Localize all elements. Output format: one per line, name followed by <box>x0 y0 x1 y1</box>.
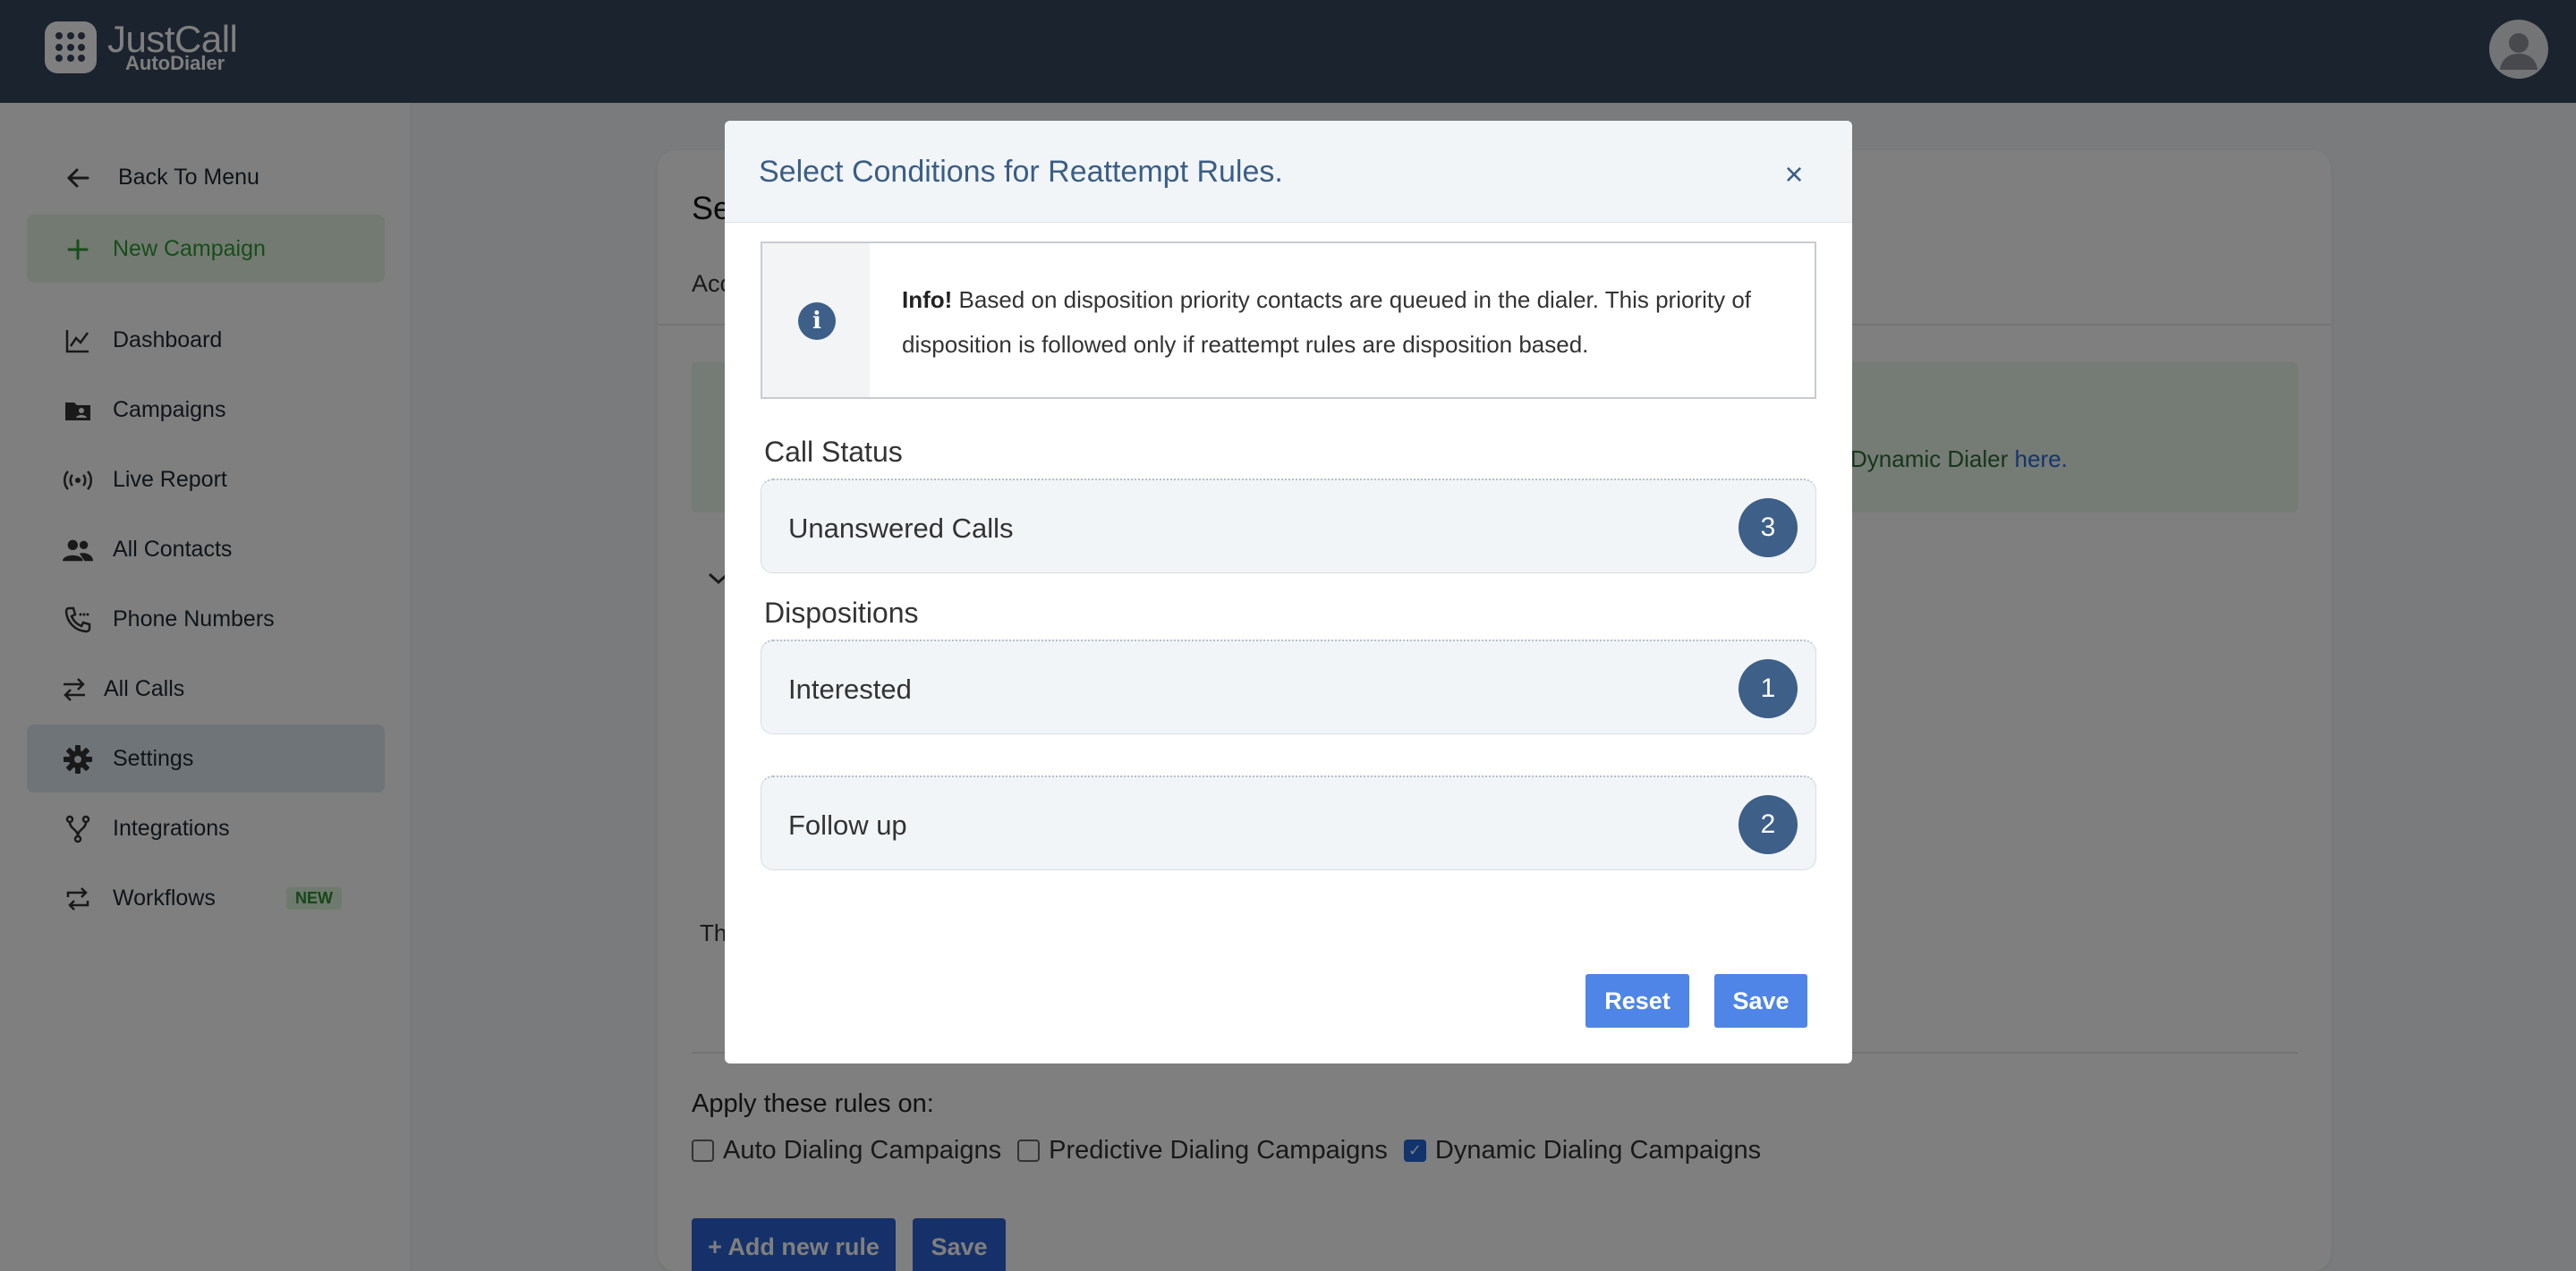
condition-item[interactable]: Interested 1 <box>761 640 1816 734</box>
priority-badge: 3 <box>1739 498 1798 557</box>
condition-label: Follow up <box>788 809 907 841</box>
info-icon: i <box>798 302 836 340</box>
dispositions-heading: Dispositions <box>764 597 919 629</box>
reattempt-conditions-modal: Select Conditions for Reattempt Rules. ×… <box>725 121 1852 1063</box>
priority-badge: 2 <box>1739 795 1798 854</box>
condition-label: Unanswered Calls <box>788 513 1014 544</box>
close-icon[interactable]: × <box>1776 157 1812 192</box>
condition-label: Interested <box>788 674 912 705</box>
priority-badge: 1 <box>1739 659 1798 718</box>
call-status-heading: Call Status <box>764 436 903 468</box>
info-message: Info! Based on disposition priority cont… <box>902 286 1751 358</box>
modal-header: Select Conditions for Reattempt Rules. × <box>725 121 1852 223</box>
condition-item[interactable]: Unanswered Calls 3 <box>761 479 1816 573</box>
condition-item[interactable]: Follow up 2 <box>761 775 1816 870</box>
info-alert: i Info! Based on disposition priority co… <box>761 241 1816 399</box>
save-button[interactable]: Save <box>1714 974 1807 1028</box>
reset-button[interactable]: Reset <box>1586 974 1689 1028</box>
modal-title: Select Conditions for Reattempt Rules. <box>759 155 1283 189</box>
